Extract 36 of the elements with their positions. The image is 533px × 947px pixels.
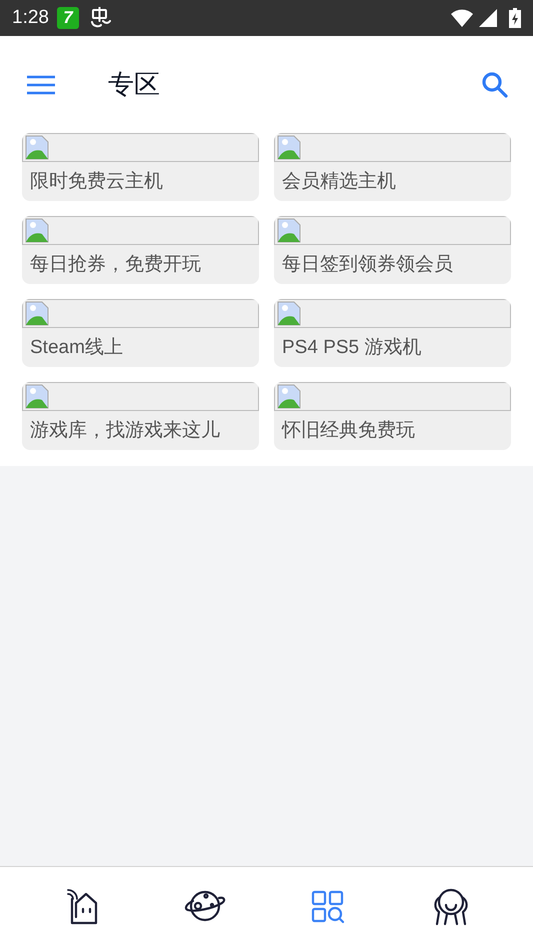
signal-icon (479, 9, 497, 27)
card-label: PS4 PS5 游戏机 (281, 336, 422, 360)
category-card[interactable]: 限时免费云主机 (22, 133, 259, 201)
battery-icon (509, 8, 521, 28)
card-label: 会员精选主机 (281, 170, 397, 194)
card-label: 每日签到领券领会员 (281, 253, 454, 277)
broken-image-icon (25, 135, 50, 160)
card-label: 游戏库，找游戏来这儿 (29, 419, 221, 443)
category-card[interactable]: Steam线上 (22, 299, 259, 367)
wifi-icon (451, 9, 473, 27)
broken-image-icon (25, 218, 50, 243)
category-card[interactable]: 每日抢券，免费开玩 (22, 216, 259, 284)
broken-image-icon (277, 135, 302, 160)
broken-image-icon (25, 301, 50, 326)
category-card[interactable]: 每日签到领券领会员 (274, 216, 511, 284)
search-button[interactable] (481, 70, 509, 98)
broken-image-icon (25, 384, 50, 409)
menu-button[interactable] (26, 72, 56, 96)
category-card[interactable]: PS4 PS5 游戏机 (274, 299, 511, 367)
category-card[interactable]: 怀旧经典免费玩 (274, 382, 511, 450)
broken-image-icon (277, 301, 302, 326)
card-label: Steam线上 (29, 336, 124, 360)
bug-icon (88, 7, 111, 29)
clock: 1:28 (12, 6, 49, 30)
broken-image-icon (277, 384, 302, 409)
search-icon (481, 70, 509, 98)
app-badge: 7 (56, 7, 79, 29)
card-label: 每日抢券，免费开玩 (29, 253, 202, 277)
card-label: 限时免费云主机 (29, 170, 164, 194)
menu-icon (26, 74, 56, 94)
category-card[interactable]: 会员精选主机 (274, 133, 511, 201)
card-label: 怀旧经典免费玩 (280, 419, 416, 443)
page-title: 专区 (108, 68, 160, 101)
category-card[interactable]: 游戏库，找游戏来这儿 (22, 382, 259, 450)
broken-image-icon (277, 218, 302, 243)
apps-search-icon (311, 890, 346, 924)
